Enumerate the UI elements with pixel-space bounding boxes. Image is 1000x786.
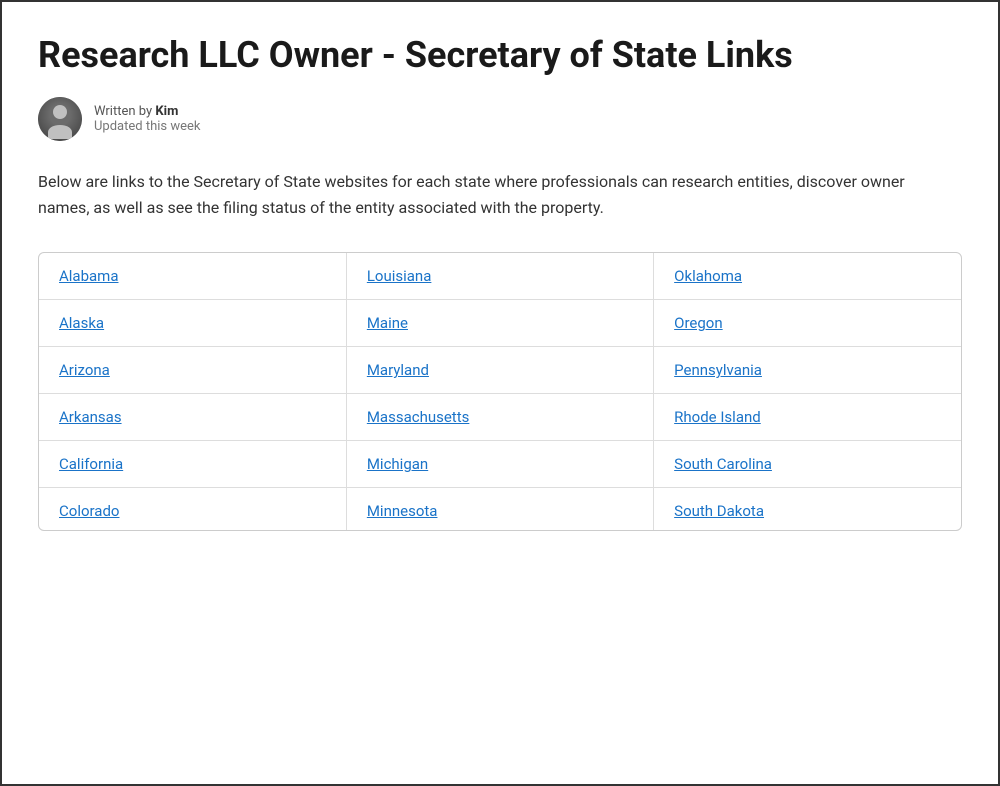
state-link[interactable]: California [59, 455, 123, 473]
table-row: Arkansas Massachusetts Rhode Island [39, 394, 961, 441]
state-link[interactable]: South Carolina [674, 455, 772, 473]
table-cell: Oklahoma [654, 253, 961, 300]
table-cell: Alabama [39, 253, 346, 300]
table-cell: Louisiana [346, 253, 653, 300]
states-table-container: Alabama Louisiana Oklahoma Alaska Maine Orego… [38, 252, 962, 531]
table-cell: Arizona [39, 347, 346, 394]
avatar [38, 97, 82, 141]
table-cell: Oregon [654, 300, 961, 347]
table-cell: Minnesota [346, 488, 653, 531]
author-name: Kim [155, 104, 178, 119]
state-link[interactable]: Oklahoma [674, 267, 742, 285]
state-link[interactable]: South Dakota [674, 502, 764, 520]
avatar-image [38, 97, 82, 141]
state-link[interactable]: Massachusetts [367, 408, 470, 426]
page-wrapper: Research LLC Owner - Secretary of State … [0, 0, 1000, 786]
state-link[interactable]: Minnesota [367, 502, 438, 520]
state-link[interactable]: Arizona [59, 361, 110, 379]
table-row: California Michigan South Carolina [39, 441, 961, 488]
state-link[interactable]: Colorado [59, 502, 119, 520]
table-row: Alabama Louisiana Oklahoma [39, 253, 961, 300]
state-link[interactable]: Pennsylvania [674, 361, 762, 379]
state-link[interactable]: Rhode Island [674, 408, 761, 426]
state-link[interactable]: Alabama [59, 267, 119, 285]
author-written-by: Written by Kim [94, 104, 201, 119]
state-link[interactable]: Oregon [674, 314, 722, 332]
table-cell: California [39, 441, 346, 488]
author-updated: Updated this week [94, 119, 201, 134]
table-cell: Rhode Island [654, 394, 961, 441]
table-cell: Arkansas [39, 394, 346, 441]
state-link[interactable]: Michigan [367, 455, 428, 473]
page-description: Below are links to the Secretary of Stat… [38, 169, 918, 220]
table-cell: Alaska [39, 300, 346, 347]
table-cell: Michigan [346, 441, 653, 488]
table-cell: South Carolina [654, 441, 961, 488]
author-row: Written by Kim Updated this week [38, 97, 962, 141]
table-row: Alaska Maine Oregon [39, 300, 961, 347]
table-row: Arizona Maryland Pennsylvania [39, 347, 961, 394]
table-cell: Pennsylvania [654, 347, 961, 394]
table-cell: South Dakota [654, 488, 961, 531]
state-link[interactable]: Alaska [59, 314, 104, 332]
page-title: Research LLC Owner - Secretary of State … [38, 34, 962, 77]
state-link[interactable]: Louisiana [367, 267, 432, 285]
table-cell: Maine [346, 300, 653, 347]
table-cell: Maryland [346, 347, 653, 394]
state-link[interactable]: Maryland [367, 361, 429, 379]
table-cell: Colorado [39, 488, 346, 531]
state-link[interactable]: Maine [367, 314, 408, 332]
author-info: Written by Kim Updated this week [94, 104, 201, 134]
state-link[interactable]: Arkansas [59, 408, 122, 426]
table-row: Colorado Minnesota South Dakota [39, 488, 961, 531]
states-table: Alabama Louisiana Oklahoma Alaska Maine Orego… [39, 253, 961, 530]
table-cell: Massachusetts [346, 394, 653, 441]
